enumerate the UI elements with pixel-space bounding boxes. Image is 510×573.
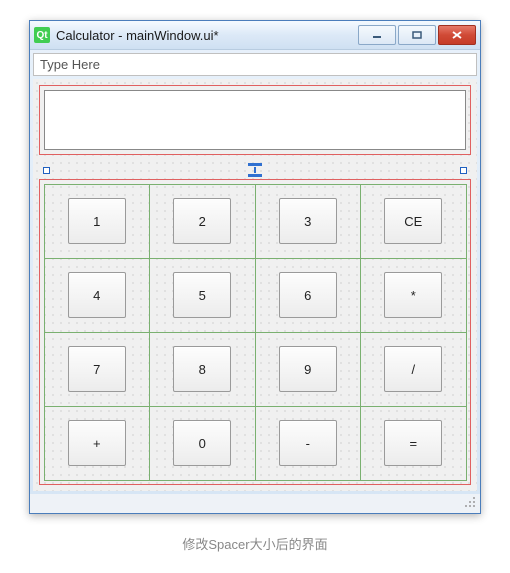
grid-cell[interactable]: - xyxy=(255,406,362,481)
resize-grip-icon[interactable] xyxy=(30,494,480,513)
close-button[interactable] xyxy=(438,25,476,45)
grid-cell[interactable]: * xyxy=(360,258,467,333)
key-0-button[interactable]: 0 xyxy=(173,420,231,466)
grid-cell[interactable]: CE xyxy=(360,184,467,259)
grid-cell[interactable]: / xyxy=(360,332,467,407)
key-2-button[interactable]: 2 xyxy=(173,198,231,244)
grid-cell[interactable]: 0 xyxy=(149,406,256,481)
display-textedit[interactable] xyxy=(44,90,466,150)
grid-cell[interactable]: 3 xyxy=(255,184,362,259)
grid-cell[interactable]: 7 xyxy=(44,332,151,407)
key-3-button[interactable]: 3 xyxy=(279,198,337,244)
menubar-placeholder[interactable]: Type Here xyxy=(33,53,477,76)
grid-cell[interactable]: = xyxy=(360,406,467,481)
titlebar[interactable]: Qt Calculator - mainWindow.ui* xyxy=(30,21,480,50)
grid-cell[interactable]: + xyxy=(44,406,151,481)
grid-cell[interactable]: 6 xyxy=(255,258,362,333)
display-layout[interactable] xyxy=(39,85,471,155)
minimize-button[interactable] xyxy=(358,25,396,45)
grid-cell[interactable]: 1 xyxy=(44,184,151,259)
key-6-button[interactable]: 6 xyxy=(279,272,337,318)
grid-cell[interactable]: 8 xyxy=(149,332,256,407)
key-4-button[interactable]: 4 xyxy=(68,272,126,318)
key-7-button[interactable]: 7 xyxy=(68,346,126,392)
key-8-button[interactable]: 8 xyxy=(173,346,231,392)
key-plus-button[interactable]: + xyxy=(68,420,126,466)
form-canvas[interactable]: 1 2 3 CE 4 5 6 * 7 8 9 / + 0 - = xyxy=(33,79,477,491)
key-multiply-button[interactable]: * xyxy=(384,272,442,318)
window-title: Calculator - mainWindow.ui* xyxy=(56,28,358,43)
selection-handle-icon xyxy=(43,167,50,174)
window-buttons xyxy=(358,25,476,45)
spacer-icon xyxy=(248,163,262,177)
selection-handle-icon xyxy=(460,167,467,174)
caption-text: 修改Spacer大小后的界面 xyxy=(20,534,490,553)
keypad-grid: 1 2 3 CE 4 5 6 * 7 8 9 / + 0 - = xyxy=(44,184,466,480)
grid-cell[interactable]: 5 xyxy=(149,258,256,333)
keypad-layout[interactable]: 1 2 3 CE 4 5 6 * 7 8 9 / + 0 - = xyxy=(39,179,471,485)
grid-cell[interactable]: 4 xyxy=(44,258,151,333)
key-9-button[interactable]: 9 xyxy=(279,346,337,392)
key-ce-button[interactable]: CE xyxy=(384,198,442,244)
key-divide-button[interactable]: / xyxy=(384,346,442,392)
qt-icon: Qt xyxy=(34,27,50,43)
key-equals-button[interactable]: = xyxy=(384,420,442,466)
grid-cell[interactable]: 9 xyxy=(255,332,362,407)
vertical-spacer[interactable] xyxy=(43,161,467,179)
designer-window: Qt Calculator - mainWindow.ui* Type Here xyxy=(29,20,481,514)
maximize-button[interactable] xyxy=(398,25,436,45)
key-5-button[interactable]: 5 xyxy=(173,272,231,318)
key-1-button[interactable]: 1 xyxy=(68,198,126,244)
grid-cell[interactable]: 2 xyxy=(149,184,256,259)
key-minus-button[interactable]: - xyxy=(279,420,337,466)
